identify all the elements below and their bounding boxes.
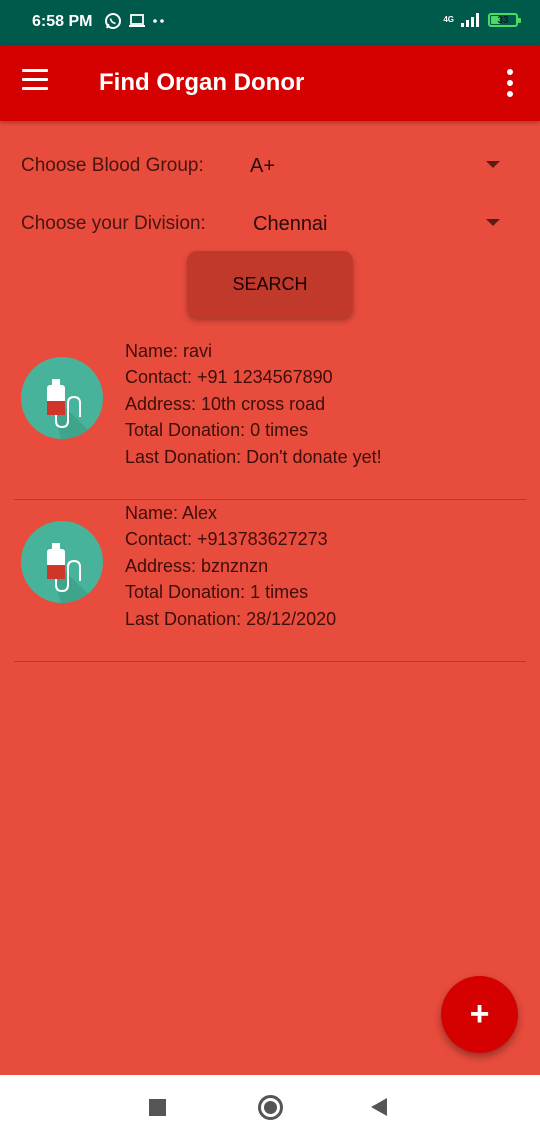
blood-group-label: Choose Blood Group: [21,155,204,176]
network-type: 4G [443,15,454,24]
status-time: 6:58 PM [32,13,93,30]
donor-contact: Contact: +91 1234567890 [125,367,333,388]
search-button[interactable]: SEARCH [187,251,353,318]
blood-bag-icon [21,357,103,439]
blood-group-value: A+ [250,155,276,177]
donor-details: Name: ravi Contact: +91 1234567890 Addre… [125,338,382,470]
donor-list-item[interactable]: Name: ravi Contact: +91 1234567890 Addre… [14,338,526,500]
whatsapp-icon [105,13,121,29]
donor-name: Name: ravi [125,341,213,361]
donor-total-donation: Total Donation: 1 times [125,582,309,603]
status-notification-icons [104,12,166,30]
home-circle-icon[interactable] [258,1095,283,1120]
signal-icon [461,13,479,27]
status-system-icons: 4G 33 [443,12,521,28]
battery-percent: 33 [497,14,509,26]
donor-address: Address: bznznzn [125,555,269,576]
division-dropdown[interactable]: Chennai [240,203,510,243]
recents-square-icon[interactable] [149,1099,166,1116]
blood-bag-icon [21,521,103,603]
donor-details: Name: Alex Contact: +913783627273 Addres… [125,500,336,632]
donor-list-item[interactable]: Name: Alex Contact: +913783627273 Addres… [14,500,526,662]
app-bar: Find Organ Donor [0,45,540,121]
battery-icon: 33 [488,13,521,27]
donor-name: Name: Alex [125,503,218,523]
add-button[interactable]: + [441,976,518,1053]
donor-address: Address: 10th cross road [125,393,326,414]
donor-total-donation: Total Donation: 0 times [125,420,309,441]
blood-group-dropdown[interactable]: A+ [240,145,510,185]
add-icon: + [469,995,490,1033]
page-title: Find Organ Donor [99,69,305,96]
donor-contact: Contact: +913783627273 [125,529,328,550]
menu-icon[interactable] [22,69,54,97]
system-nav-bar [0,1075,540,1140]
laptop-icon [129,14,145,27]
back-triangle-icon[interactable] [371,1098,387,1116]
donor-last-donation: Last Donation: Don't donate yet! [125,446,382,467]
chevron-down-icon [486,161,500,168]
overflow-menu-icon[interactable] [500,69,520,97]
more-dots-icon [153,19,164,23]
donor-last-donation: Last Donation: 28/12/2020 [125,608,337,629]
chevron-down-icon [486,219,500,226]
division-label: Choose your Division: [21,213,206,234]
division-value: Chennai [253,213,328,235]
status-bar: 6:58 PM 4G 33 [0,0,540,45]
